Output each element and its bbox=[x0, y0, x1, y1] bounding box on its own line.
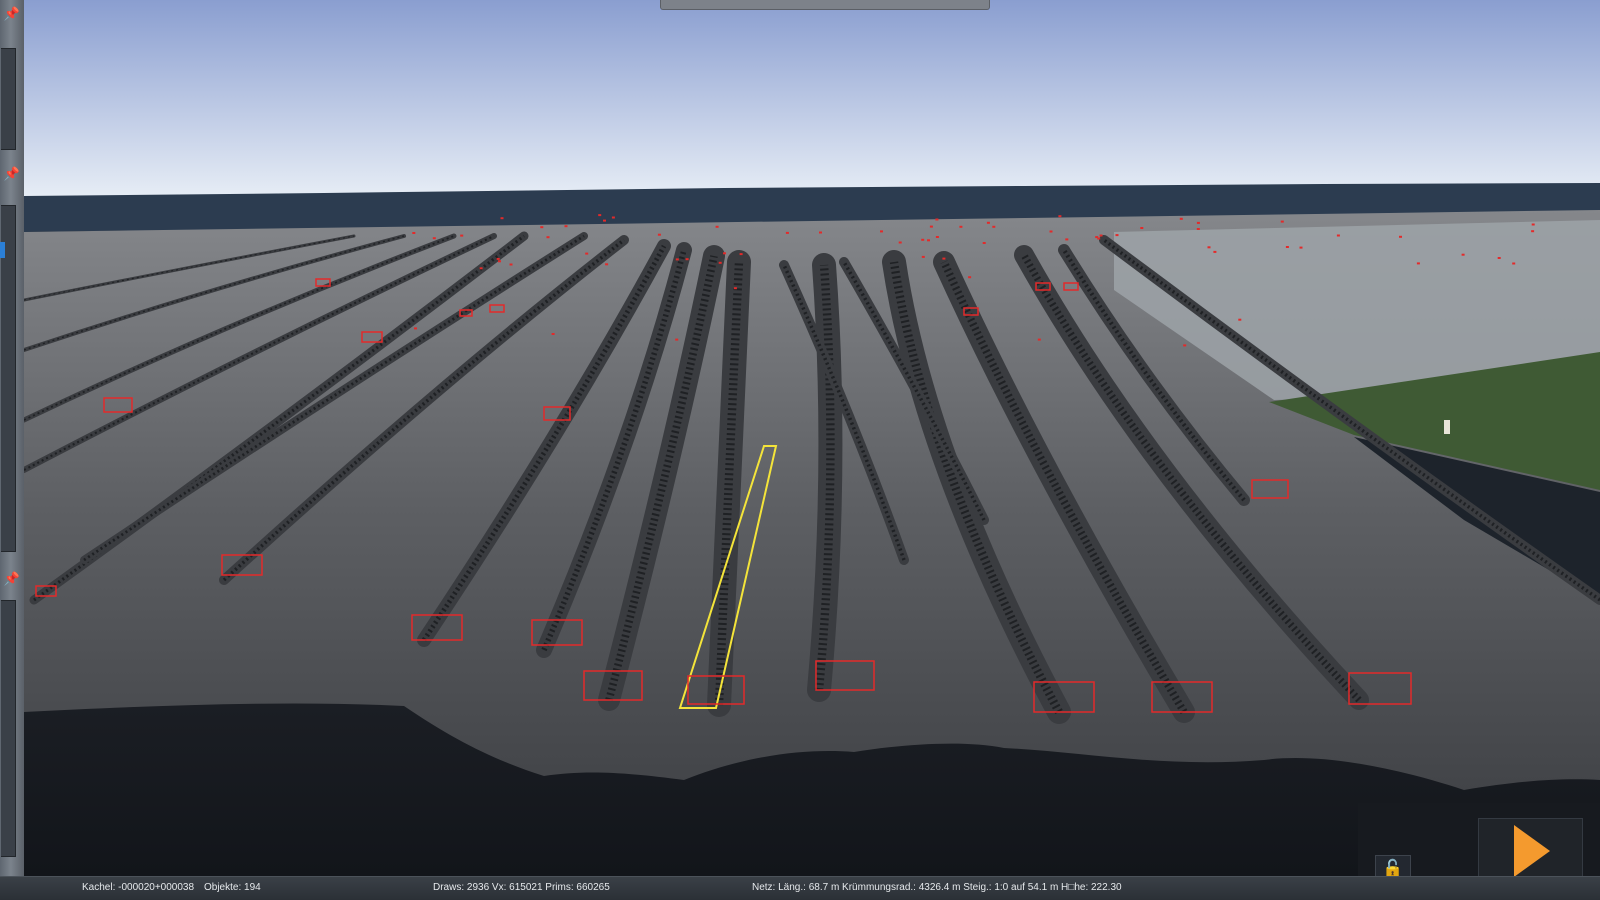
signal-marker[interactable] bbox=[1497, 257, 1501, 259]
toolbar-panel[interactable] bbox=[1, 600, 16, 857]
signal-marker[interactable] bbox=[1140, 227, 1144, 229]
signal-marker[interactable] bbox=[564, 225, 568, 228]
pin-icon[interactable]: 📌 bbox=[3, 166, 21, 182]
play-button[interactable] bbox=[1478, 818, 1583, 883]
signal-marker[interactable] bbox=[1196, 221, 1200, 224]
3d-viewport[interactable] bbox=[24, 0, 1600, 876]
signal-marker[interactable] bbox=[942, 257, 946, 260]
signal-marker[interactable] bbox=[935, 236, 939, 238]
signal-marker[interactable] bbox=[927, 239, 930, 242]
signal-marker[interactable] bbox=[1213, 250, 1217, 253]
signal-marker[interactable] bbox=[496, 257, 500, 260]
signal-marker[interactable] bbox=[880, 230, 883, 233]
signal-marker[interactable] bbox=[585, 252, 589, 255]
signal-marker[interactable] bbox=[723, 252, 726, 255]
signal-marker[interactable] bbox=[1531, 230, 1535, 233]
signal-marker[interactable] bbox=[498, 260, 501, 263]
signal-marker[interactable] bbox=[986, 221, 990, 224]
signal-marker[interactable] bbox=[1183, 344, 1187, 347]
signal-marker[interactable] bbox=[546, 236, 550, 239]
signal-marker[interactable] bbox=[992, 225, 996, 228]
signal-marker[interactable] bbox=[1179, 217, 1183, 220]
signal-marker[interactable] bbox=[1416, 262, 1420, 265]
signal-marker[interactable] bbox=[1238, 318, 1242, 321]
play-icon bbox=[1514, 825, 1550, 877]
signal-marker[interactable] bbox=[733, 287, 737, 290]
signal-marker[interactable] bbox=[968, 276, 972, 279]
signal-marker[interactable] bbox=[509, 263, 513, 266]
pin-icon[interactable]: 📌 bbox=[3, 6, 21, 22]
signal-marker[interactable] bbox=[1512, 262, 1516, 265]
signal-marker[interactable] bbox=[412, 232, 416, 234]
signal-marker[interactable] bbox=[551, 333, 555, 335]
signal-marker[interactable] bbox=[1280, 220, 1284, 223]
signal-marker[interactable] bbox=[1299, 246, 1303, 249]
signal-marker[interactable] bbox=[959, 225, 963, 228]
signal-marker[interactable] bbox=[1115, 234, 1119, 237]
signal-marker[interactable] bbox=[1049, 230, 1053, 233]
signal-marker[interactable] bbox=[1058, 215, 1062, 218]
signal-marker[interactable] bbox=[982, 242, 986, 244]
signal-marker[interactable] bbox=[675, 338, 679, 341]
signal-marker[interactable] bbox=[657, 233, 661, 236]
signal-marker[interactable] bbox=[432, 237, 436, 240]
signal-marker[interactable] bbox=[605, 263, 609, 266]
signal-marker[interactable] bbox=[718, 261, 722, 264]
signal-marker[interactable] bbox=[1097, 237, 1101, 240]
scene-canvas[interactable] bbox=[24, 0, 1600, 876]
status-bar: Kachel: -000020+000038 Objekte: 194 Draw… bbox=[0, 876, 1600, 900]
signal-marker[interactable] bbox=[598, 214, 602, 217]
signal-marker[interactable] bbox=[929, 225, 933, 228]
signal-marker[interactable] bbox=[1037, 338, 1041, 341]
status-objects: Objekte: 194 bbox=[204, 882, 261, 893]
signal-marker[interactable] bbox=[1531, 223, 1535, 226]
signal-marker[interactable] bbox=[1461, 253, 1465, 256]
status-tile: Kachel: -000020+000038 bbox=[82, 882, 195, 893]
sky bbox=[24, 0, 1600, 200]
landmark-sign[interactable] bbox=[1444, 420, 1450, 434]
toolbar-panel[interactable] bbox=[1, 48, 16, 150]
signal-marker[interactable] bbox=[1065, 238, 1069, 241]
signal-marker[interactable] bbox=[921, 238, 925, 241]
signal-marker[interactable] bbox=[1196, 228, 1200, 230]
pin-icon[interactable]: 📌 bbox=[3, 571, 21, 587]
signal-marker[interactable] bbox=[500, 217, 504, 220]
signal-marker[interactable] bbox=[921, 255, 925, 258]
signal-marker[interactable] bbox=[1336, 234, 1340, 237]
signal-marker[interactable] bbox=[1207, 246, 1211, 249]
top-panel-handle[interactable] bbox=[660, 0, 990, 10]
left-toolbar: 📌 📌 📌 bbox=[0, 0, 25, 876]
signal-marker[interactable] bbox=[1099, 234, 1103, 237]
selection-indicator bbox=[0, 242, 5, 258]
signal-marker[interactable] bbox=[685, 258, 689, 261]
signal-marker[interactable] bbox=[675, 258, 679, 261]
signal-marker[interactable] bbox=[898, 241, 902, 244]
status-network: Netz: Läng.: 68.7 m Krümmungsrad.: 4326.… bbox=[752, 882, 1122, 893]
signal-marker[interactable] bbox=[935, 218, 939, 221]
signal-marker[interactable] bbox=[414, 327, 417, 330]
signal-marker[interactable] bbox=[739, 253, 743, 256]
signal-marker[interactable] bbox=[785, 231, 789, 234]
signal-marker[interactable] bbox=[603, 219, 606, 222]
signal-marker[interactable] bbox=[479, 267, 483, 270]
signal-marker[interactable] bbox=[1285, 246, 1289, 248]
signal-marker[interactable] bbox=[1399, 235, 1402, 238]
signal-marker[interactable] bbox=[819, 231, 822, 234]
signal-marker[interactable] bbox=[540, 226, 544, 229]
status-draws: Draws: 2936 Vx: 615021 Prims: 660265 bbox=[433, 882, 610, 893]
signal-marker[interactable] bbox=[460, 234, 464, 237]
signal-marker[interactable] bbox=[715, 225, 719, 228]
signal-marker[interactable] bbox=[611, 216, 615, 219]
